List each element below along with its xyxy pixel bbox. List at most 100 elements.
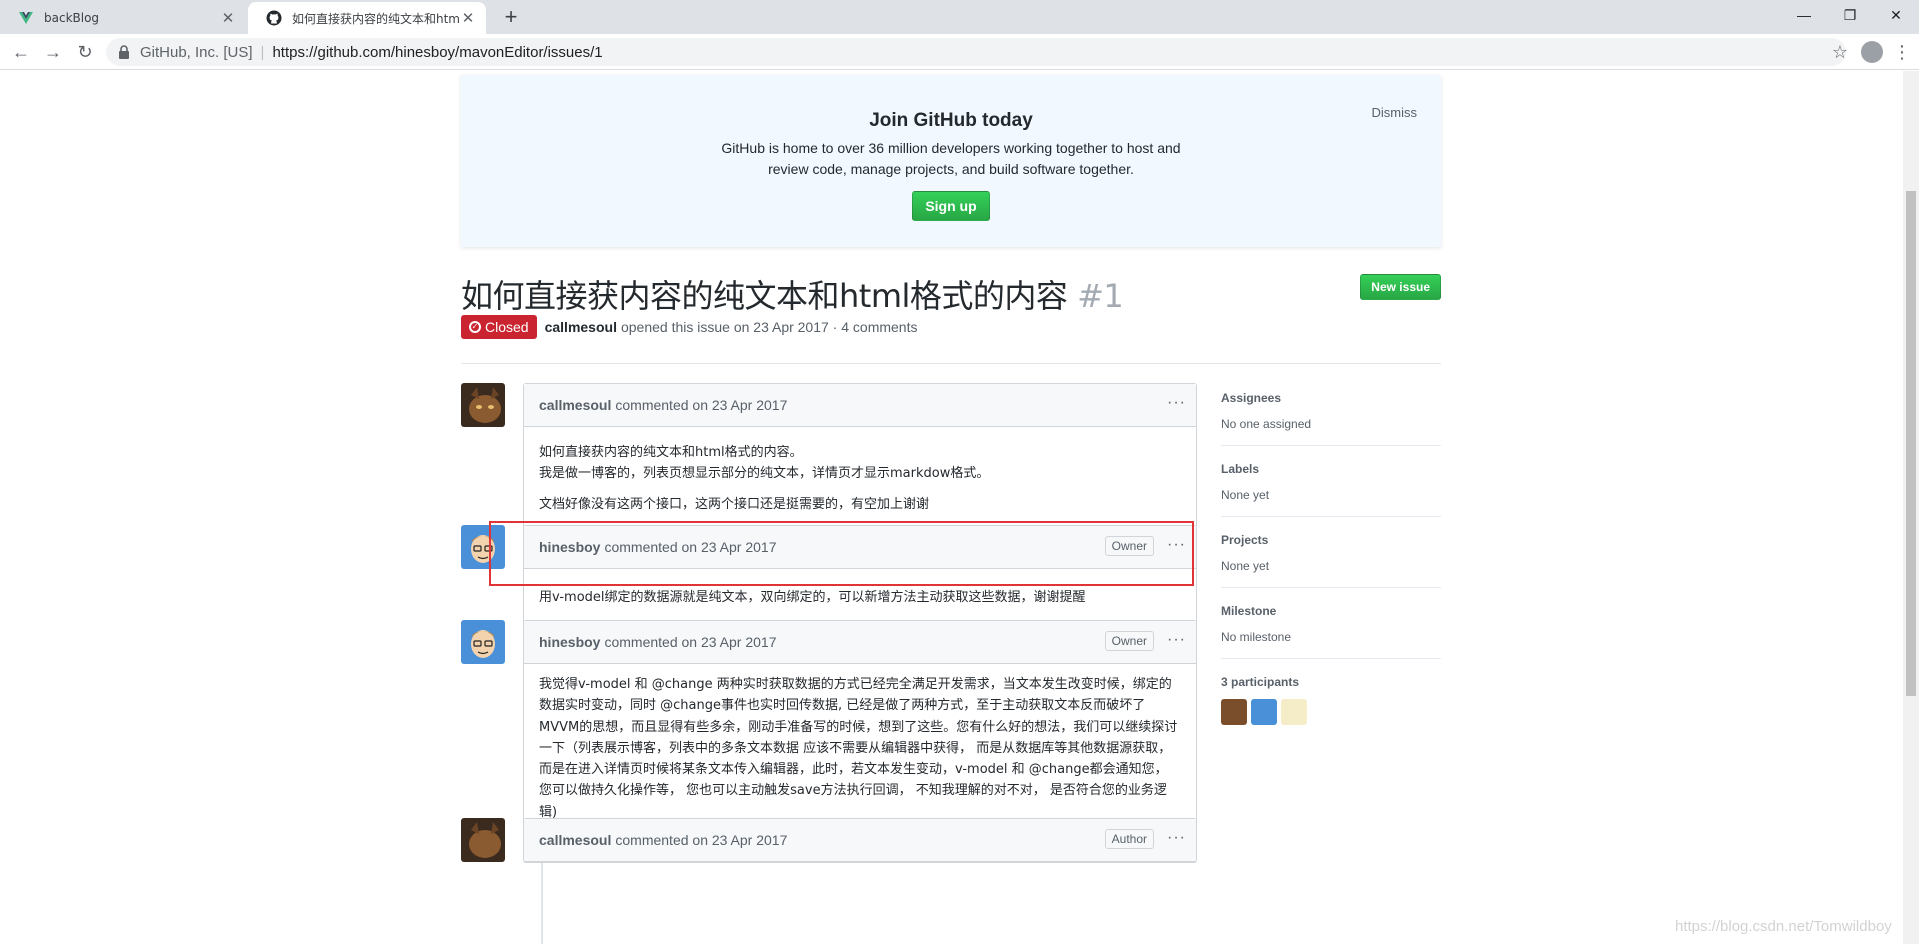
banner-title: Join GitHub today: [869, 110, 1033, 131]
issue-sidebar: Assignees No one assigned Labels None ye…: [1221, 391, 1441, 725]
sidebar-heading: 3 participants: [1221, 675, 1300, 689]
sign-up-button[interactable]: Sign up: [912, 191, 990, 221]
tab-title: backBlog: [44, 11, 100, 25]
comment-timestamp[interactable]: commented on 23 Apr 2017: [615, 832, 787, 848]
issue-number: #1: [1077, 277, 1124, 315]
comment: hinesboy commented on 23 Apr 2017 Owner …: [523, 620, 1197, 835]
sidebar-assignees: Assignees No one assigned: [1221, 391, 1441, 446]
cat-avatar-icon: [461, 383, 505, 427]
avatar[interactable]: [461, 525, 505, 569]
comment-header: callmesoul commented on 23 Apr 2017 Auth…: [524, 819, 1196, 862]
participant-avatar[interactable]: [1281, 699, 1307, 725]
toolbar: ← → ↻ GitHub, Inc. [US] | https://github…: [0, 34, 1919, 70]
avatar[interactable]: [461, 818, 505, 862]
page-scrollbar[interactable]: [1903, 71, 1919, 944]
owner-badge: Owner: [1104, 536, 1154, 556]
comment-paragraph: 文档好像没有这两个接口，这两个接口还是挺需要的，有空加上谢谢: [539, 497, 930, 512]
issue-meta: ✓ Closed callmesoul opened this issue on…: [461, 315, 917, 339]
more-options-icon[interactable]: ···: [1167, 829, 1186, 847]
site-identity: GitHub, Inc. [US]: [140, 43, 253, 61]
github-logo-icon: [266, 10, 282, 26]
comment-paragraph: 我觉得v-model 和 @change 两种实时获取数据的方式已经完全满足开发…: [539, 677, 1178, 820]
sidebar-heading: Projects: [1221, 533, 1269, 547]
lock-icon: [119, 45, 129, 59]
comment-header: hinesboy commented on 23 Apr 2017 Owner …: [524, 526, 1196, 569]
avatar[interactable]: [461, 620, 505, 664]
comment-header: callmesoul commented on 23 Apr 2017 ···: [524, 384, 1196, 427]
sidebar-value: None yet: [1221, 488, 1270, 502]
close-window-icon[interactable]: ✕: [1873, 0, 1919, 30]
restore-icon[interactable]: ❐: [1827, 0, 1873, 30]
sidebar-participants: 3 participants: [1221, 675, 1441, 725]
address-bar[interactable]: GitHub, Inc. [US] | https://github.com/h…: [106, 38, 1846, 66]
comment-author[interactable]: hinesboy: [539, 539, 600, 555]
forward-icon[interactable]: →: [40, 39, 66, 65]
comment: callmesoul commented on 23 Apr 2017 Auth…: [523, 818, 1197, 863]
sidebar-labels: Labels None yet: [1221, 462, 1441, 517]
address-separator: |: [260, 43, 265, 61]
status-label: Closed: [485, 319, 529, 335]
banner-text: GitHub is home to over 36 million develo…: [721, 140, 1181, 177]
header-divider: [461, 363, 1441, 364]
sidebar-value: No milestone: [1221, 630, 1292, 644]
comment-timestamp[interactable]: commented on 23 Apr 2017: [604, 539, 776, 555]
author-badge: Author: [1104, 829, 1154, 849]
new-issue-button[interactable]: New issue: [1360, 274, 1441, 300]
profile-icon[interactable]: [1861, 41, 1883, 63]
reload-icon[interactable]: ↻: [72, 39, 98, 65]
issue-title-text: 如何直接获内容的纯文本和html格式的内容: [461, 277, 1068, 315]
page-viewport: Join GitHub today GitHub is home to over…: [0, 71, 1903, 944]
comment-header: hinesboy commented on 23 Apr 2017 Owner …: [524, 621, 1196, 664]
more-options-icon[interactable]: ···: [1167, 394, 1186, 412]
scrollbar-thumb[interactable]: [1906, 191, 1916, 696]
comment: hinesboy commented on 23 Apr 2017 Owner …: [523, 525, 1197, 629]
minimize-icon[interactable]: —: [1781, 0, 1827, 30]
vue-logo-icon: [19, 12, 33, 24]
issue-title: 如何直接获内容的纯文本和html格式的内容 #1: [461, 271, 1124, 317]
back-icon[interactable]: ←: [8, 39, 34, 65]
tab-close-icon[interactable]: ✕: [220, 9, 236, 27]
sidebar-projects: Projects None yet: [1221, 533, 1441, 588]
comment-paragraph: 如何直接获内容的纯文本和html格式的内容。 我是做一博客的，列表页想显示部分的…: [539, 445, 990, 481]
more-options-icon[interactable]: ···: [1167, 536, 1186, 554]
sidebar-value: None yet: [1221, 559, 1270, 573]
avatar[interactable]: [461, 383, 505, 427]
comment-timestamp[interactable]: commented on 23 Apr 2017: [615, 397, 787, 413]
sidebar-heading: Labels: [1221, 462, 1260, 476]
tab-title: 如何直接获内容的纯文本和html格式的内容: [292, 11, 460, 26]
comment-paragraph: 用v-model绑定的数据源就是纯文本，双向绑定的，可以新增方法主动获取这些数据…: [539, 590, 1086, 605]
issue-author-link[interactable]: callmesoul: [545, 319, 617, 335]
tab-strip: backBlog ✕ 如何直接获内容的纯文本和html格式的内容 ✕ + — ❐…: [0, 0, 1919, 34]
comment-author[interactable]: hinesboy: [539, 634, 600, 650]
new-tab-button[interactable]: +: [497, 3, 525, 31]
comment-body: 我觉得v-model 和 @change 两种实时获取数据的方式已经完全满足开发…: [524, 664, 1196, 833]
bookmark-star-icon[interactable]: ☆: [1827, 39, 1853, 65]
owner-badge: Owner: [1104, 631, 1154, 651]
watermark: https://blog.csdn.net/Tomwildboy: [1675, 918, 1892, 935]
comment-timestamp[interactable]: commented on 23 Apr 2017: [604, 634, 776, 650]
participant-avatars: [1221, 699, 1441, 725]
face-avatar-icon: [461, 620, 505, 664]
browser-menu-icon[interactable]: ⋮: [1891, 39, 1913, 65]
issue-meta-text: opened this issue on 23 Apr 2017 · 4 com…: [620, 319, 918, 335]
tab-github-issue[interactable]: 如何直接获内容的纯文本和html格式的内容 ✕: [248, 2, 486, 34]
cat-avatar-icon: [461, 818, 505, 862]
participant-avatar[interactable]: [1251, 699, 1277, 725]
comment-author[interactable]: callmesoul: [539, 397, 611, 413]
url-text: https://github.com/hinesboy/mavonEditor/…: [272, 43, 603, 61]
participant-avatar[interactable]: [1221, 699, 1247, 725]
signup-banner: Join GitHub today GitHub is home to over…: [461, 75, 1441, 247]
tab-backblog[interactable]: backBlog ✕: [0, 2, 246, 34]
tab-close-icon[interactable]: ✕: [460, 9, 476, 27]
comment-author[interactable]: callmesoul: [539, 832, 611, 848]
comment: callmesoul commented on 23 Apr 2017 ··· …: [523, 383, 1197, 531]
issue-closed-icon: ✓: [469, 321, 481, 333]
comment-body: 如何直接获内容的纯文本和html格式的内容。 我是做一博客的，列表页想显示部分的…: [524, 427, 1196, 530]
sidebar-heading: Milestone: [1221, 604, 1277, 618]
sidebar-value: No one assigned: [1221, 417, 1312, 431]
sidebar-heading: Assignees: [1221, 391, 1282, 405]
dismiss-button[interactable]: Dismiss: [1372, 105, 1418, 120]
sidebar-milestone: Milestone No milestone: [1221, 604, 1441, 659]
face-avatar-icon: [461, 525, 505, 569]
more-options-icon[interactable]: ···: [1167, 631, 1186, 649]
